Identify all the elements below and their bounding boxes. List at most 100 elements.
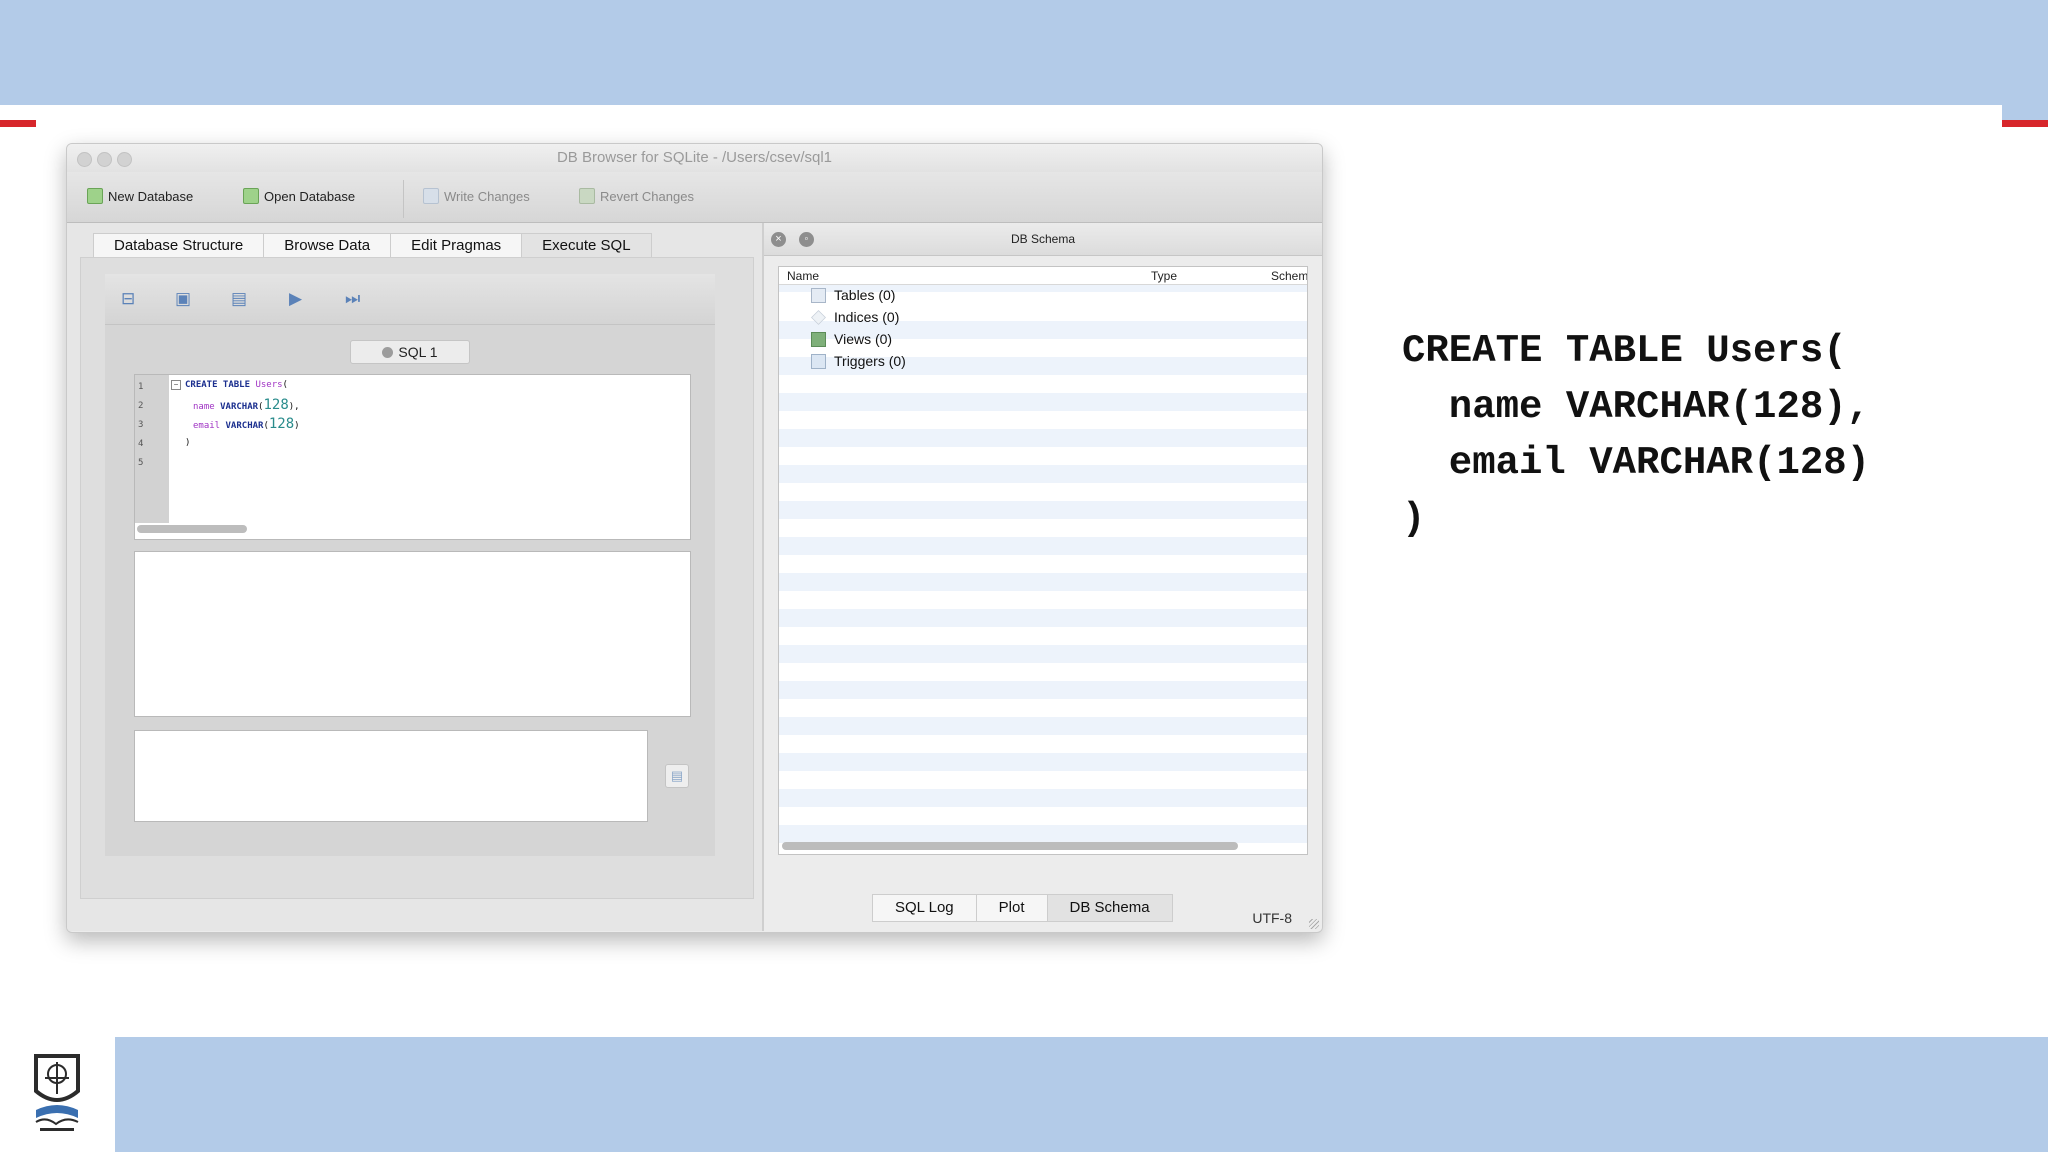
slide-top-band [0, 0, 2048, 105]
schema-tree[interactable]: Name Type Schem Tables (0) Indices (0) V… [778, 266, 1308, 855]
sql-number: 128 [263, 397, 289, 413]
main-pane: Database Structure Browse Data Edit Prag… [67, 223, 762, 931]
sql-punct: ), [288, 402, 300, 412]
tab-edit-pragmas[interactable]: Edit Pragmas [390, 233, 522, 259]
sql-punct: ) [185, 438, 191, 448]
window-title: DB Browser for SQLite - /Users/csev/sql1 [556, 149, 833, 166]
open-tab-icon[interactable]: ⊟ [121, 290, 135, 308]
slide-bottom-band [115, 1037, 2048, 1152]
revert-changes-label: Revert Changes [600, 188, 694, 204]
fold-marker-icon[interactable]: − [171, 380, 181, 390]
line-number: 1 [138, 382, 144, 392]
line-number-gutter: 1 2 3 4 5 [135, 375, 169, 523]
slide-red-accent-left [0, 120, 36, 127]
write-changes-label: Write Changes [444, 188, 530, 204]
resize-grip[interactable] [1309, 919, 1319, 929]
schema-horizontal-scrollbar[interactable] [782, 842, 1238, 850]
line-number: 4 [138, 439, 144, 449]
title-bar: DB Browser for SQLite - /Users/csev/sql1 [67, 144, 1322, 172]
new-database-button[interactable]: New Database [87, 188, 193, 204]
revert-changes-button[interactable]: Revert Changes [579, 188, 694, 204]
close-dock-icon[interactable]: × [771, 232, 786, 247]
college-logo [34, 1054, 80, 1131]
sql-area: ⊟ ▣ ▤ ▶ ⏭ SQL 1 1 2 3 4 5 − CREATE TABLE… [105, 274, 715, 856]
open-database-button[interactable]: Open Database [243, 188, 355, 204]
tree-item-label: Triggers (0) [834, 353, 906, 369]
index-icon [811, 310, 826, 325]
tree-item-triggers[interactable]: Triggers (0) [811, 351, 906, 372]
slide-sql-code: CREATE TABLE Users( name VARCHAR(128), e… [1402, 329, 1871, 541]
tab-database-structure[interactable]: Database Structure [93, 233, 264, 259]
new-database-icon [87, 188, 103, 204]
code-line-3: email VARCHAR(128) [193, 416, 300, 432]
sql-punct: ) [294, 421, 300, 431]
trigger-icon [811, 354, 826, 369]
open-sql-file-icon[interactable]: ▣ [175, 290, 191, 308]
query-results-grid[interactable] [134, 551, 691, 717]
save-sql-file-icon[interactable]: ▤ [231, 290, 247, 308]
execute-all-icon[interactable]: ▶ [289, 290, 302, 308]
db-browser-window: DB Browser for SQLite - /Users/csev/sql1… [66, 143, 1323, 933]
column-header-name[interactable]: Name [787, 269, 819, 283]
slide-top-band-edge [2002, 0, 2048, 120]
tree-item-indices[interactable]: Indices (0) [811, 307, 899, 328]
column-header-type[interactable]: Type [1151, 269, 1177, 283]
schema-tree-header: Name Type Schem [779, 267, 1307, 285]
tree-item-label: Tables (0) [834, 287, 896, 303]
open-database-label: Open Database [264, 188, 356, 204]
tree-item-label: Views (0) [834, 331, 893, 347]
write-changes-button[interactable]: Write Changes [423, 188, 530, 204]
execute-current-line-icon[interactable]: ⏭ [345, 290, 360, 308]
sql-identifier: name [193, 402, 215, 412]
close-tab-icon[interactable] [382, 347, 394, 358]
code-line-2: name VARCHAR(128), [193, 397, 300, 413]
toolbar-separator [403, 180, 404, 218]
tree-item-label: Indices (0) [834, 309, 900, 325]
tab-plot[interactable]: Plot [975, 894, 1047, 922]
sql-punct: ( [282, 380, 288, 390]
sql-editor[interactable]: 1 2 3 4 5 − CREATE TABLE Users( name VAR… [134, 374, 691, 540]
sql-toolbar: ⊟ ▣ ▤ ▶ ⏭ [105, 274, 715, 325]
close-window-button[interactable] [77, 152, 92, 167]
code-line-4: ) [185, 438, 190, 448]
status-encoding: UTF-8 [1252, 910, 1292, 926]
line-number: 3 [138, 420, 144, 430]
write-changes-icon [423, 188, 439, 204]
db-schema-dock: DB Schema × ◦ Name Type Schem Tables (0)… [764, 223, 1322, 931]
tab-execute-sql[interactable]: Execute SQL [521, 233, 652, 259]
tab-browse-data[interactable]: Browse Data [263, 233, 391, 259]
tree-item-views[interactable]: Views (0) [811, 329, 892, 350]
sql-keyword: VARCHAR [220, 402, 259, 412]
sql-editor-tab[interactable]: SQL 1 [350, 340, 470, 364]
sql-tab-label: SQL 1 [398, 344, 438, 360]
main-tabs: Database Structure Browse Data Edit Prag… [93, 233, 652, 259]
line-number: 2 [138, 401, 144, 411]
sql-identifier: Users [255, 380, 283, 390]
minimize-window-button[interactable] [97, 152, 112, 167]
view-icon [811, 332, 826, 347]
copy-message-icon[interactable]: ▤ [665, 764, 689, 788]
tree-item-tables[interactable]: Tables (0) [811, 285, 895, 306]
new-database-label: New Database [108, 188, 194, 204]
slide-red-accent-right [2002, 120, 2048, 127]
dock-title: DB Schema [1010, 232, 1076, 246]
tab-db-schema[interactable]: DB Schema [1046, 894, 1173, 922]
execute-sql-panel: ⊟ ▣ ▤ ▶ ⏭ SQL 1 1 2 3 4 5 − CREATE TABLE… [80, 257, 754, 899]
revert-changes-icon [579, 188, 595, 204]
main-toolbar: New Database Open Database Write Changes… [67, 172, 1322, 223]
tab-sql-log[interactable]: SQL Log [872, 894, 976, 922]
open-database-icon [243, 188, 259, 204]
table-icon [811, 288, 826, 303]
dock-tabs: SQL Log Plot DB Schema [872, 894, 1173, 922]
dock-header: DB Schema × ◦ [764, 223, 1322, 256]
column-header-schema[interactable]: Schem [1271, 269, 1307, 283]
sql-keyword: CREATE TABLE [185, 380, 251, 390]
sql-number: 128 [268, 416, 295, 432]
line-number: 5 [138, 458, 144, 468]
zoom-window-button[interactable] [117, 152, 132, 167]
sql-identifier: email [193, 421, 221, 431]
code-line-1: CREATE TABLE Users( [185, 380, 288, 390]
float-dock-icon[interactable]: ◦ [799, 232, 814, 247]
query-message-area[interactable] [134, 730, 648, 822]
editor-horizontal-scrollbar[interactable] [137, 525, 247, 533]
